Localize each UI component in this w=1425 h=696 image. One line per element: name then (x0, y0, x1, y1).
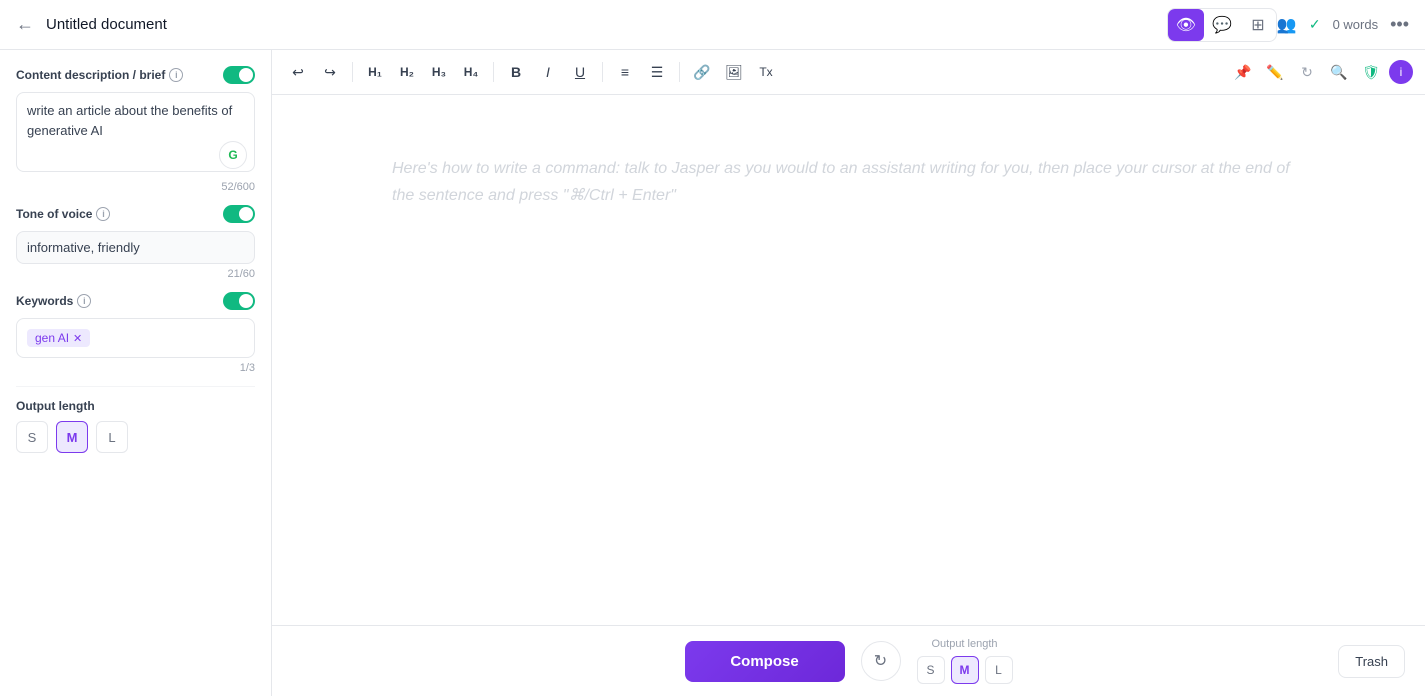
output-size-l[interactable]: L (96, 421, 128, 453)
tone-of-voice-input[interactable] (16, 231, 255, 264)
undo-button[interactable]: ↩ (284, 58, 312, 86)
image-button[interactable]: 🖼 (720, 58, 748, 86)
tone-of-voice-label: Tone of voice i (16, 207, 110, 221)
keyword-remove-btn[interactable]: ✕ (73, 332, 82, 345)
keyword-tag-gen-ai: gen AI ✕ (27, 329, 90, 347)
tone-of-voice-info-icon[interactable]: i (96, 207, 110, 221)
document-title: Untitled document (46, 16, 1167, 33)
toolbar-separator-1 (352, 62, 353, 82)
toolbar: ↩ ↪ H₁ H₂ H₃ H₄ B I U ≡ ☰ 🔗 🖼 Tx 📌 ✏️ ↻ … (272, 50, 1425, 95)
tone-of-voice-toggle[interactable] (223, 205, 255, 223)
toolbar-separator-4 (679, 62, 680, 82)
editor-area: ↩ ↪ H₁ H₂ H₃ H₄ B I U ≡ ☰ 🔗 🖼 Tx 📌 ✏️ ↻ … (272, 50, 1425, 696)
redo-button[interactable]: ↪ (316, 58, 344, 86)
shield-icon-button[interactable]: 🛡 (1357, 58, 1385, 86)
bottom-output-length: Output length S M L (917, 638, 1013, 684)
section-divider (16, 386, 255, 387)
back-button[interactable]: ← (16, 14, 34, 35)
bottom-size-options: S M L (917, 656, 1013, 684)
bottom-output-label: Output length (931, 638, 997, 650)
content-description-info-icon[interactable]: i (169, 68, 183, 82)
output-length-section: Output length S M L (16, 399, 255, 453)
h4-button[interactable]: H₄ (457, 58, 485, 86)
compose-button[interactable]: Compose (685, 641, 845, 682)
view-tabs: 👁 💬 ⊞ (1167, 8, 1277, 42)
italic-button[interactable]: I (534, 58, 562, 86)
clear-format-button[interactable]: Tx (752, 58, 780, 86)
h1-button[interactable]: H₁ (361, 58, 389, 86)
more-button[interactable]: ••• (1390, 14, 1409, 35)
bottom-size-s[interactable]: S (917, 656, 945, 684)
edit-icon-button[interactable]: ✏️ (1261, 58, 1289, 86)
toolbar-right: 📌 ✏️ ↻ 🔍 🛡 i (1229, 58, 1413, 86)
h2-button[interactable]: H₂ (393, 58, 421, 86)
keywords-area: gen AI ✕ (16, 318, 255, 358)
search-icon-button[interactable]: 🔍 (1325, 58, 1353, 86)
main-layout: Content description / brief i write an a… (0, 50, 1425, 696)
refresh-button[interactable]: ↻ (861, 641, 901, 681)
keywords-counter: 1/3 (16, 362, 255, 374)
bottom-size-l[interactable]: L (985, 656, 1013, 684)
unordered-list-button[interactable]: ☰ (643, 58, 671, 86)
trash-button[interactable]: Trash (1338, 645, 1405, 678)
output-size-options: S M L (16, 421, 255, 453)
keywords-label: Keywords i (16, 294, 91, 308)
content-description-field-wrap: write an article about the benefits of g… (16, 92, 255, 177)
tab-chat[interactable]: 💬 (1204, 9, 1240, 41)
h3-button[interactable]: H₃ (425, 58, 453, 86)
content-description-header: Content description / brief i (16, 66, 255, 84)
grammarly-badge: G (219, 141, 247, 169)
underline-button[interactable]: U (566, 58, 594, 86)
keywords-info-icon[interactable]: i (77, 294, 91, 308)
toolbar-separator-2 (493, 62, 494, 82)
tone-of-voice-counter: 21/60 (16, 268, 255, 280)
tab-preview[interactable]: 👁 (1168, 9, 1204, 41)
info-icon-button[interactable]: i (1389, 60, 1413, 84)
toolbar-separator-3 (602, 62, 603, 82)
word-count: 0 words (1333, 17, 1379, 32)
pin-icon-button[interactable]: 📌 (1229, 58, 1257, 86)
refresh-icon-button[interactable]: ↻ (1293, 58, 1321, 86)
word-count-check-icon: ✓ (1309, 16, 1321, 33)
content-description-counter: 52/600 (16, 181, 255, 193)
ordered-list-button[interactable]: ≡ (611, 58, 639, 86)
editor-placeholder: Here's how to write a command: talk to J… (392, 155, 1305, 209)
header-right: 👥 ✓ 0 words ••• (1277, 14, 1409, 35)
bottom-size-m[interactable]: M (951, 656, 979, 684)
top-header: ← Untitled document 👁 💬 ⊞ 👥 ✓ 0 words ••… (0, 0, 1425, 50)
output-size-m[interactable]: M (56, 421, 88, 453)
keyword-tag-label: gen AI (35, 331, 69, 345)
editor-content[interactable]: Here's how to write a command: talk to J… (272, 95, 1425, 625)
output-length-label: Output length (16, 399, 255, 413)
keywords-toggle[interactable] (223, 292, 255, 310)
left-sidebar: Content description / brief i write an a… (0, 50, 272, 696)
users-icon: 👥 (1277, 15, 1297, 35)
output-size-s[interactable]: S (16, 421, 48, 453)
tab-layout[interactable]: ⊞ (1240, 9, 1276, 41)
bottom-bar: Compose ↻ Output length S M L Trash (272, 625, 1425, 696)
keywords-header: Keywords i (16, 292, 255, 310)
content-description-toggle[interactable] (223, 66, 255, 84)
bold-button[interactable]: B (502, 58, 530, 86)
tone-of-voice-header: Tone of voice i (16, 205, 255, 223)
content-description-label: Content description / brief i (16, 68, 183, 82)
link-button[interactable]: 🔗 (688, 58, 716, 86)
tab-group: 👁 💬 ⊞ (1167, 8, 1277, 42)
